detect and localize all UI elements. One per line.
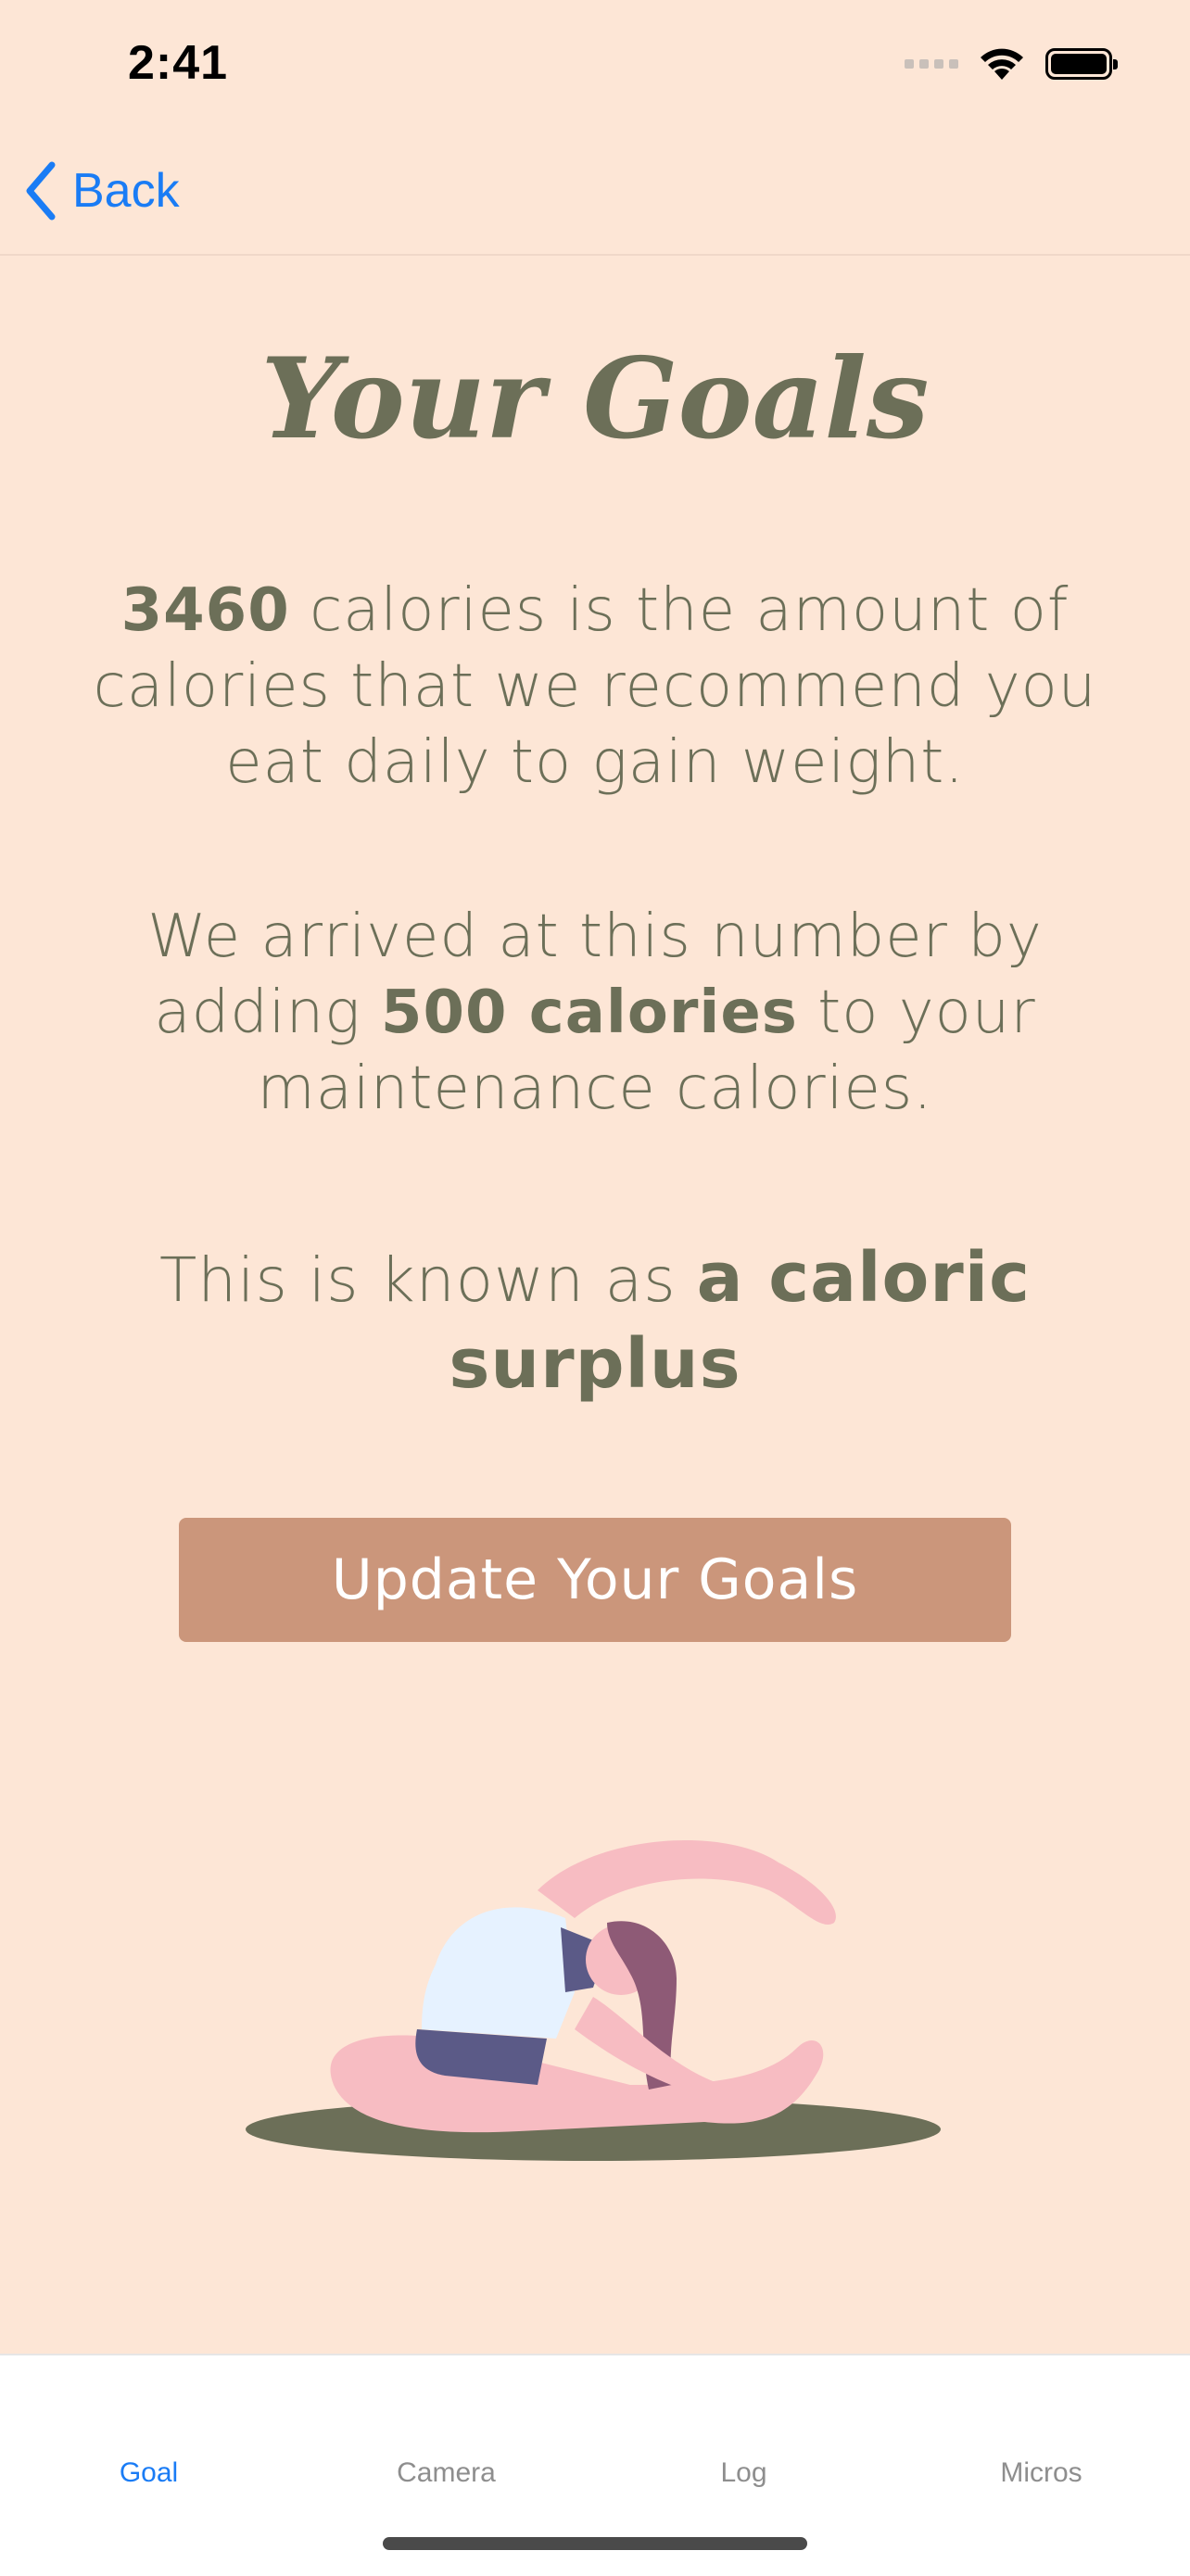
page-title: Your Goals — [260, 334, 930, 464]
tab-log[interactable]: Log — [595, 2457, 892, 2489]
recommendation-text: 3460 calories is the amount of calories … — [93, 573, 1097, 801]
surplus-intro: This is known as — [158, 1244, 697, 1316]
back-button[interactable]: Back — [22, 161, 180, 221]
surplus-amount: 500 calories — [380, 979, 798, 1047]
back-label: Back — [72, 164, 180, 218]
navigation-bar: Back — [0, 139, 1190, 256]
yoga-stretch-illustration — [246, 1840, 941, 2161]
tab-camera[interactable]: Camera — [298, 2457, 595, 2489]
calorie-number: 3460 — [120, 576, 290, 645]
cellular-signal-icon — [905, 59, 958, 69]
battery-icon — [1045, 48, 1118, 80]
home-indicator[interactable] — [383, 2537, 807, 2550]
surplus-text: This is known as a caloric surplus — [93, 1236, 1097, 1408]
tab-micros[interactable]: Micros — [892, 2457, 1190, 2489]
status-icons — [905, 46, 1118, 82]
status-bar: 2:41 — [0, 0, 1190, 139]
chevron-left-icon — [26, 161, 56, 221]
update-goals-button[interactable]: Update Your Goals — [179, 1518, 1011, 1642]
status-time: 2:41 — [128, 36, 229, 90]
tab-goal[interactable]: Goal — [0, 2457, 298, 2489]
wifi-icon — [981, 48, 1023, 80]
explanation-text: We arrived at this number by adding 500 … — [93, 899, 1097, 1127]
